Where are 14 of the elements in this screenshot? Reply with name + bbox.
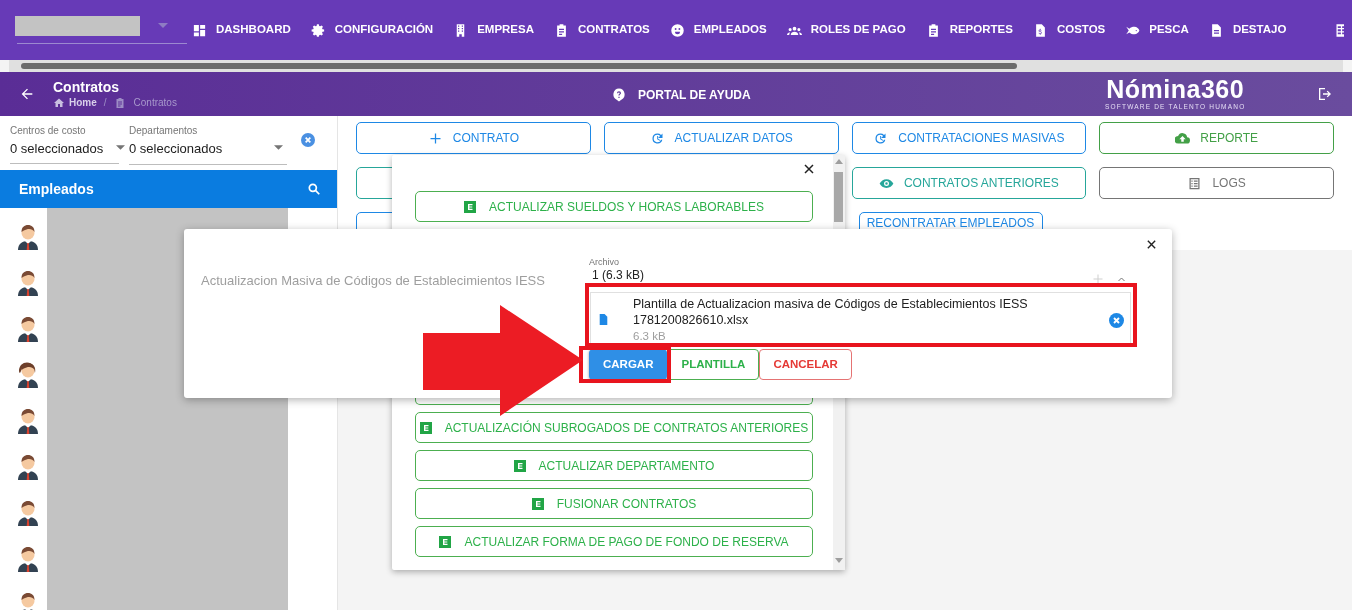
filter-label: Departamentos — [129, 125, 199, 137]
list-title: Empleados — [19, 179, 94, 199]
breadcrumb-current: Contratos — [133, 96, 177, 110]
file-size: 6.3 kB — [633, 329, 667, 344]
field-label: Archivo — [589, 256, 619, 269]
file-count: 1 (6.3 kB) — [592, 268, 645, 282]
breadcrumb-separator: / — [103, 96, 107, 110]
filter-label: Centros de costo — [10, 125, 87, 137]
file-name: Plantilla de Actualizacion masiva de Códigos de Establecimientos IESS 1781200826610.xlsx — [633, 296, 1029, 328]
dialog-title: Actualizacion Masiva de Códigos de Establecimientos IESS — [201, 272, 545, 290]
filter-value: 0 seleccionados — [129, 140, 223, 158]
logo: Nómina360 — [1106, 75, 1245, 103]
page-title: Contratos — [53, 78, 121, 96]
filter-value: 0 seleccionados — [10, 140, 104, 158]
